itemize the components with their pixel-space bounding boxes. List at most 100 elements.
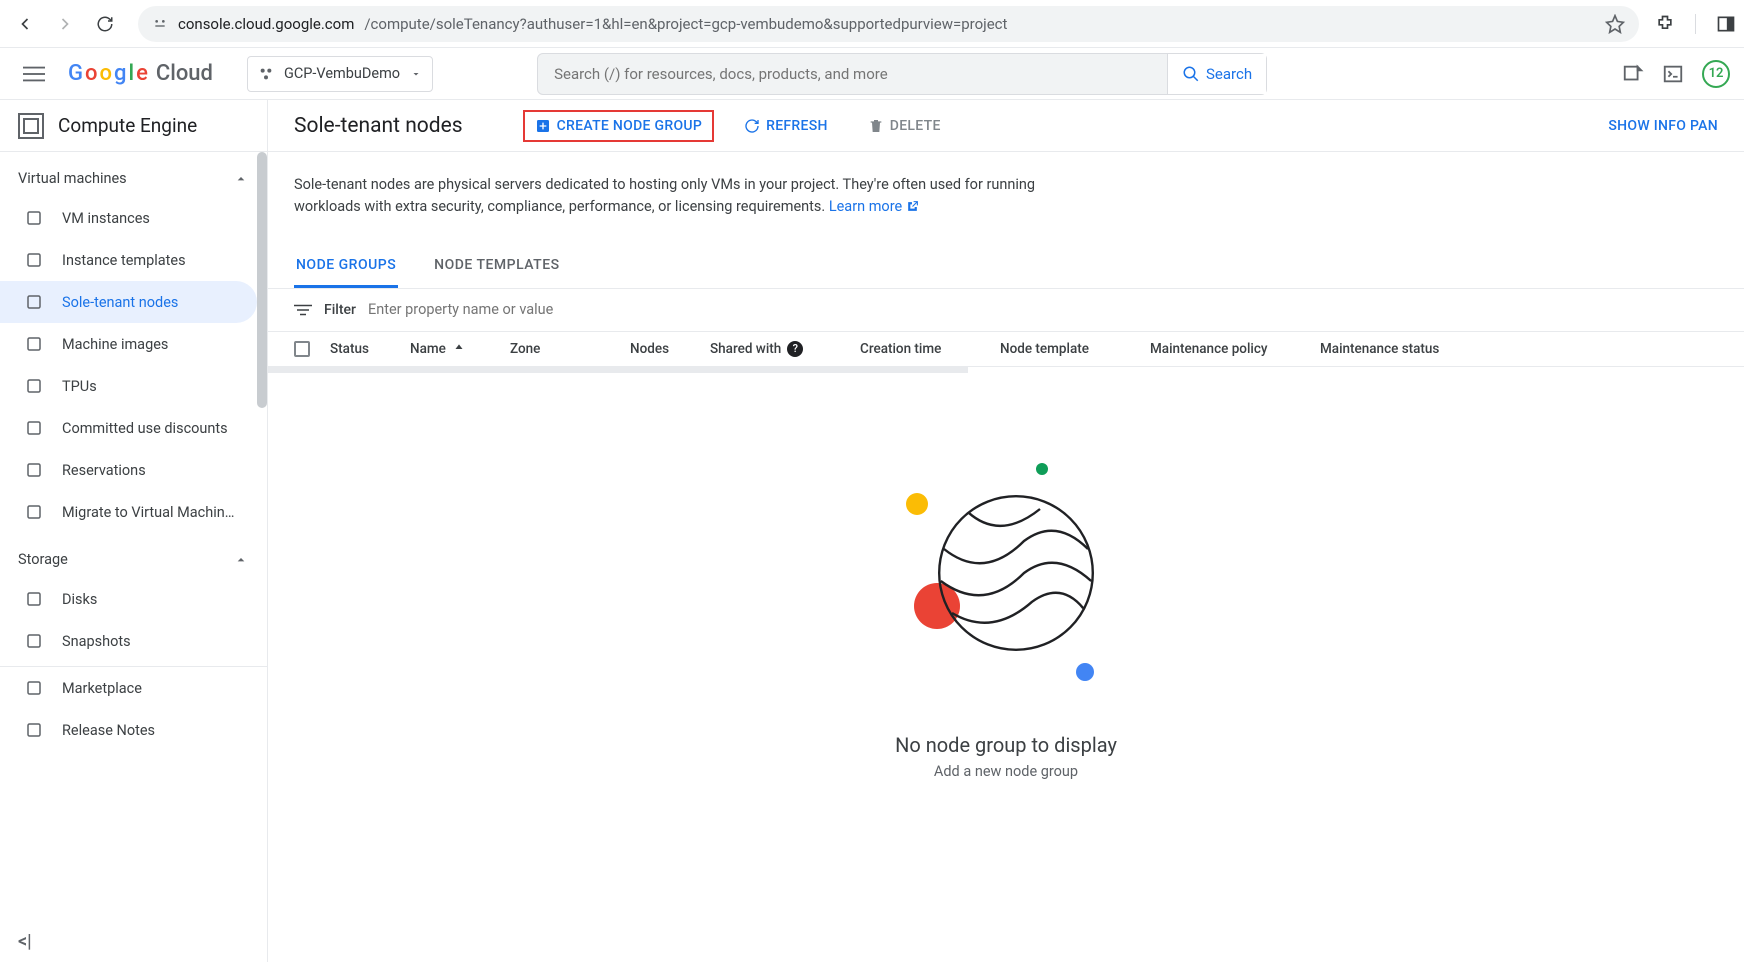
collapse-sidebar-button[interactable]: <| [18, 931, 32, 952]
nav-label: TPUs [62, 378, 97, 395]
nav-icon [24, 208, 44, 228]
filter-bar: Filter [268, 289, 1744, 331]
cloud-shell-icon[interactable] [1662, 63, 1684, 85]
column-zone[interactable]: Zone [498, 341, 618, 357]
sidebar-item-vm-1[interactable]: Instance templates [0, 239, 267, 281]
address-bar[interactable]: console.cloud.google.com/compute/soleTen… [138, 6, 1639, 42]
tab-node-groups[interactable]: NODE GROUPS [294, 245, 398, 288]
empty-state: No node group to display Add a new node … [268, 373, 1744, 780]
separator [1695, 14, 1696, 34]
google-cloud-logo[interactable]: Google Cloud [68, 61, 213, 86]
external-link-icon [906, 200, 919, 213]
filter-input[interactable] [368, 301, 1718, 318]
trash-icon [868, 118, 884, 134]
url-host: console.cloud.google.com [178, 15, 354, 33]
hamburger-menu[interactable] [14, 54, 54, 94]
nav-icon [24, 418, 44, 438]
filter-icon [294, 301, 312, 319]
chevron-up-icon [233, 171, 249, 187]
project-name: GCP-VembuDemo [284, 65, 400, 82]
tabs: NODE GROUPS NODE TEMPLATES [268, 245, 1744, 289]
nav-label: Marketplace [62, 680, 142, 697]
browser-actions [1655, 14, 1736, 34]
column-status[interactable]: Status [318, 341, 398, 357]
nav-label: Snapshots [62, 633, 131, 650]
sidebar-item-vm-5[interactable]: Committed use discounts [0, 407, 267, 449]
nav-label: Instance templates [62, 252, 186, 269]
notifications-badge[interactable]: 12 [1702, 60, 1730, 88]
sidebar: Compute Engine Virtual machines VM insta… [0, 100, 268, 962]
caret-down-icon [410, 68, 422, 80]
select-all-checkbox[interactable] [294, 341, 310, 357]
chevron-up-icon [233, 552, 249, 568]
nav-icon [24, 631, 44, 651]
sidebar-scrollbar[interactable] [257, 152, 267, 408]
product-heading[interactable]: Compute Engine [0, 100, 267, 152]
nav-label: Disks [62, 591, 97, 608]
nav-label: Migrate to Virtual Machin… [62, 504, 234, 521]
send-feedback-icon[interactable] [1622, 63, 1644, 85]
page-action-bar: Sole-tenant nodes CREATE NODE GROUP REFR… [268, 100, 1744, 152]
show-info-panel-button[interactable]: SHOW INFO PAN [1608, 118, 1718, 134]
refresh-button[interactable]: REFRESH [734, 112, 838, 140]
extensions-icon[interactable] [1655, 14, 1675, 34]
reload-button[interactable] [88, 7, 122, 41]
sidebar-item-storage-0[interactable]: Disks [0, 578, 267, 620]
star-icon[interactable] [1605, 14, 1625, 34]
empty-subtitle: Add a new node group [268, 763, 1744, 780]
sidebar-item-vm-0[interactable]: VM instances [0, 197, 267, 239]
create-node-group-button[interactable]: CREATE NODE GROUP [523, 110, 715, 142]
global-search[interactable]: Search [537, 53, 1267, 95]
plus-icon [535, 118, 551, 134]
column-creation-time[interactable]: Creation time [848, 341, 988, 357]
page-title: Sole-tenant nodes [294, 114, 463, 138]
nav-icon [24, 589, 44, 609]
column-name[interactable]: Name [398, 341, 498, 357]
nav-icon [24, 334, 44, 354]
nav-icon [24, 460, 44, 480]
side-panel-icon[interactable] [1716, 14, 1736, 34]
search-input[interactable] [538, 54, 1167, 94]
search-icon [1182, 65, 1200, 83]
nav-icon [24, 292, 44, 312]
filter-label: Filter [324, 302, 356, 318]
nav-label: VM instances [62, 210, 150, 227]
compute-engine-icon [18, 113, 44, 139]
sidebar-item-other-1[interactable]: Release Notes [0, 709, 267, 751]
tab-node-templates[interactable]: NODE TEMPLATES [432, 245, 561, 288]
empty-illustration [886, 463, 1126, 703]
url-path: /compute/soleTenancy?authuser=1&hl=en&pr… [364, 15, 1007, 33]
learn-more-link[interactable]: Learn more [829, 198, 919, 215]
sidebar-item-vm-3[interactable]: Machine images [0, 323, 267, 365]
delete-button[interactable]: DELETE [858, 112, 951, 140]
browser-toolbar: console.cloud.google.com/compute/soleTen… [0, 0, 1744, 48]
forward-button[interactable] [48, 7, 82, 41]
sidebar-item-vm-4[interactable]: TPUs [0, 365, 267, 407]
sidebar-item-vm-2[interactable]: Sole-tenant nodes [0, 281, 257, 323]
empty-title: No node group to display [268, 733, 1744, 757]
section-storage[interactable]: Storage [0, 533, 267, 578]
help-icon[interactable]: ? [787, 341, 803, 357]
nav-label: Sole-tenant nodes [62, 294, 178, 311]
nav-icon [24, 678, 44, 698]
back-button[interactable] [8, 7, 42, 41]
nav-label: Release Notes [62, 722, 155, 739]
column-node-template[interactable]: Node template [988, 341, 1138, 357]
nav-icon [24, 250, 44, 270]
column-maintenance-policy[interactable]: Maintenance policy [1138, 341, 1308, 357]
project-picker[interactable]: GCP-VembuDemo [247, 56, 433, 92]
page-description: Sole-tenant nodes are physical servers d… [268, 152, 1088, 227]
header-utilities: 12 [1622, 60, 1730, 88]
table-header: StatusName ZoneNodesShared with ?Creatio… [268, 331, 1744, 367]
sidebar-item-vm-6[interactable]: Reservations [0, 449, 267, 491]
column-shared-with[interactable]: Shared with ? [698, 341, 848, 357]
section-virtual-machines[interactable]: Virtual machines [0, 152, 267, 197]
nav-label: Committed use discounts [62, 420, 228, 437]
column-nodes[interactable]: Nodes [618, 341, 698, 357]
sidebar-item-other-0[interactable]: Marketplace [0, 667, 267, 709]
column-maintenance-status[interactable]: Maintenance status [1308, 341, 1478, 357]
sidebar-item-storage-1[interactable]: Snapshots [0, 620, 267, 662]
nav-label: Machine images [62, 336, 168, 353]
search-button[interactable]: Search [1167, 54, 1266, 94]
sidebar-item-vm-7[interactable]: Migrate to Virtual Machin… [0, 491, 267, 533]
